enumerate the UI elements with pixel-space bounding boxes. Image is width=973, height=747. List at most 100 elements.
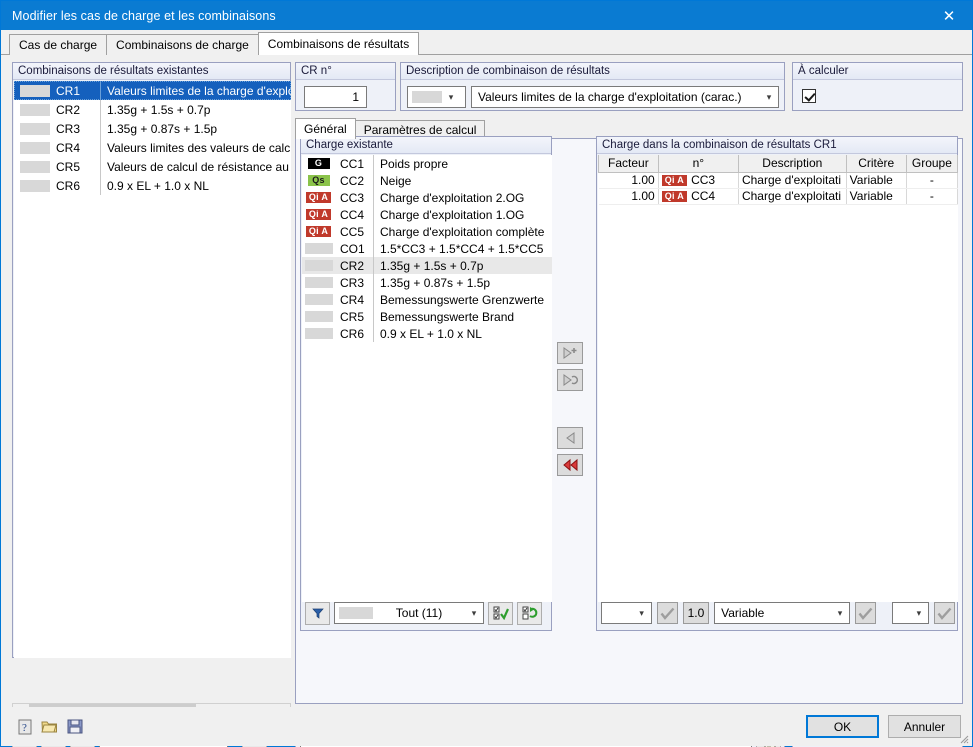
existing-combinations-list[interactable]: CR1 Valeurs limites de la charge d'explo… xyxy=(14,81,291,658)
chevron-down-icon[interactable]: ▾ xyxy=(465,608,483,619)
list-item[interactable]: G CC1 Poids propre xyxy=(302,155,552,172)
criterion-value: Variable xyxy=(721,606,765,620)
cell-critere[interactable]: Variable xyxy=(846,172,907,189)
combination-code: CR1 xyxy=(56,83,81,98)
list-item[interactable]: CR6 0.9 x EL + 1.0 x NL xyxy=(302,325,552,342)
tab-general[interactable]: Général xyxy=(295,118,356,139)
list-item[interactable]: Qi A CC3 Charge d'exploitation 2.OG xyxy=(302,189,552,206)
list-item[interactable]: CR1 Valeurs limites de la charge d'explo… xyxy=(14,81,291,100)
close-icon[interactable]: ✕ xyxy=(926,1,972,30)
tab-cas-de-charge[interactable]: Cas de charge xyxy=(9,34,108,55)
chevron-down-icon[interactable]: ▾ xyxy=(831,608,849,619)
chevron-down-icon[interactable]: ▾ xyxy=(760,92,778,103)
load-code: CC5 xyxy=(340,224,365,239)
color-swatch xyxy=(20,179,50,192)
load-type-badge xyxy=(302,243,335,254)
cell-load-code: CC4 xyxy=(691,189,716,203)
column-divider xyxy=(373,189,374,206)
list-item[interactable]: CR2 1.35g + 1.5s + 0.7p xyxy=(14,100,291,119)
list-item[interactable]: CR2 1.35g + 1.5s + 0.7p xyxy=(302,257,552,274)
factor-input[interactable]: 1.0 xyxy=(682,602,710,624)
cell-numero[interactable]: Qi A CC3 xyxy=(658,172,739,189)
funnel-icon[interactable] xyxy=(305,601,330,625)
existing-load-label: Charge existante xyxy=(301,137,551,154)
list-item[interactable]: CR3 1.35g + 0.87s + 1.5p xyxy=(302,274,552,291)
confirm-group-button[interactable] xyxy=(933,602,956,624)
cancel-button[interactable]: Annuler xyxy=(888,715,961,738)
description-label: Description de combinaison de résultats xyxy=(401,63,784,80)
criterion-dropdown[interactable]: Variable ▾ xyxy=(714,602,850,624)
replace-load-button[interactable] xyxy=(557,369,583,391)
filter-color-swatch xyxy=(339,607,373,619)
color-swatch xyxy=(20,103,50,116)
list-item[interactable]: CR5 Valeurs de calcul de résistance au f… xyxy=(14,157,291,176)
list-item[interactable]: CR6 0.9 x EL + 1.0 x NL xyxy=(14,176,291,195)
list-item[interactable]: CO1 1.5*CC3 + 1.5*CC4 + 1.5*CC5 xyxy=(302,240,552,257)
load-code: CR6 xyxy=(340,326,365,341)
cell-description[interactable]: Charge d'exploitati xyxy=(738,188,847,205)
tab-combinaisons-de-resultats[interactable]: Combinaisons de résultats xyxy=(257,32,420,55)
load-description: Charge d'exploitation complète xyxy=(380,224,545,239)
load-code: CO1 xyxy=(340,241,365,256)
invert-selection-icon[interactable] xyxy=(517,601,542,625)
load-select-dropdown[interactable]: ▾ xyxy=(601,602,652,624)
description-color-dropdown[interactable]: ▾ xyxy=(407,86,466,108)
existing-load-list[interactable]: G CC1 Poids propre Qs CC2 Neige Qi A CC3… xyxy=(302,155,552,602)
table-row[interactable]: 1.00 Qi A CC3 Charge d'exploitati Variabl… xyxy=(598,172,958,189)
cell-groupe[interactable]: - xyxy=(906,188,958,205)
badge-text: Qi A xyxy=(305,226,332,237)
select-all-icon[interactable] xyxy=(488,601,513,625)
group-dropdown[interactable]: ▾ xyxy=(892,602,929,624)
description-dropdown[interactable]: Valeurs limites de la charge d'exploitat… xyxy=(471,86,779,108)
column-divider xyxy=(373,172,374,189)
list-item[interactable]: CR5 Bemessungswerte Brand xyxy=(302,308,552,325)
existing-combinations-group: Combinaisons de résultats existantes CR1… xyxy=(12,62,291,658)
column-header-description[interactable]: Description xyxy=(737,155,847,173)
column-header-numero[interactable]: n° xyxy=(657,155,739,173)
resize-grip-icon[interactable] xyxy=(957,732,969,744)
column-header-groupe[interactable]: Groupe xyxy=(905,155,958,173)
cell-load-code: CC3 xyxy=(691,173,716,187)
list-item[interactable]: Qi A CC4 Charge d'exploitation 1.OG xyxy=(302,206,552,223)
list-item[interactable]: CR4 Valeurs limites des valeurs de calcu… xyxy=(14,138,291,157)
color-swatch xyxy=(20,160,50,173)
table-row[interactable]: 1.00 Qi A CC4 Charge d'exploitati Variabl… xyxy=(598,188,958,205)
cell-facteur[interactable]: 1.00 xyxy=(598,188,659,205)
confirm-criterion-button[interactable] xyxy=(855,602,877,624)
save-disk-icon[interactable] xyxy=(62,715,87,738)
load-code: CR4 xyxy=(340,292,365,307)
badge-text xyxy=(304,243,333,254)
chevron-down-icon[interactable]: ▾ xyxy=(442,92,460,103)
open-folder-icon[interactable] xyxy=(37,715,62,738)
load-type-badge xyxy=(302,328,335,339)
chevron-down-icon[interactable]: ▾ xyxy=(633,608,651,619)
cr-number-label: CR n° xyxy=(296,63,395,80)
cell-critere[interactable]: Variable xyxy=(846,188,907,205)
chevron-down-icon[interactable]: ▾ xyxy=(910,608,928,619)
tab-combinaisons-de-charge[interactable]: Combinaisons de charge xyxy=(106,34,259,55)
list-item[interactable]: Qi A CC5 Charge d'exploitation complète xyxy=(302,223,552,240)
combination-code: CR5 xyxy=(56,159,81,174)
confirm-load-button[interactable] xyxy=(656,602,678,624)
to-calculate-checkbox[interactable] xyxy=(802,89,816,103)
list-item[interactable]: Qs CC2 Neige xyxy=(302,172,552,189)
remove-all-loads-button[interactable] xyxy=(557,454,583,476)
dialog-body: Combinaisons de résultats existantes CR1… xyxy=(1,55,972,747)
list-item[interactable]: CR4 Bemessungswerte Grenzwerte xyxy=(302,291,552,308)
ok-button[interactable]: OK xyxy=(806,715,879,738)
cell-numero[interactable]: Qi A CC4 xyxy=(658,188,739,205)
load-code: CC1 xyxy=(340,156,365,171)
help-icon[interactable]: ? xyxy=(12,715,37,738)
column-header-facteur[interactable]: Facteur xyxy=(598,155,659,173)
combination-loads-table[interactable]: Facteur n° Description Critère Groupe 1.… xyxy=(598,155,958,602)
column-header-critere[interactable]: Critère xyxy=(845,155,907,173)
load-type-badge: Qs xyxy=(302,175,335,186)
cr-number-input[interactable]: 1 xyxy=(304,86,367,108)
remove-load-button[interactable] xyxy=(557,427,583,449)
cell-groupe[interactable]: - xyxy=(906,172,958,189)
cell-description[interactable]: Charge d'exploitati xyxy=(738,172,847,189)
add-load-button[interactable] xyxy=(557,342,583,364)
load-filter-dropdown[interactable]: Tout (11) ▾ xyxy=(334,602,484,624)
list-item[interactable]: CR3 1.35g + 0.87s + 1.5p xyxy=(14,119,291,138)
cell-facteur[interactable]: 1.00 xyxy=(598,172,659,189)
